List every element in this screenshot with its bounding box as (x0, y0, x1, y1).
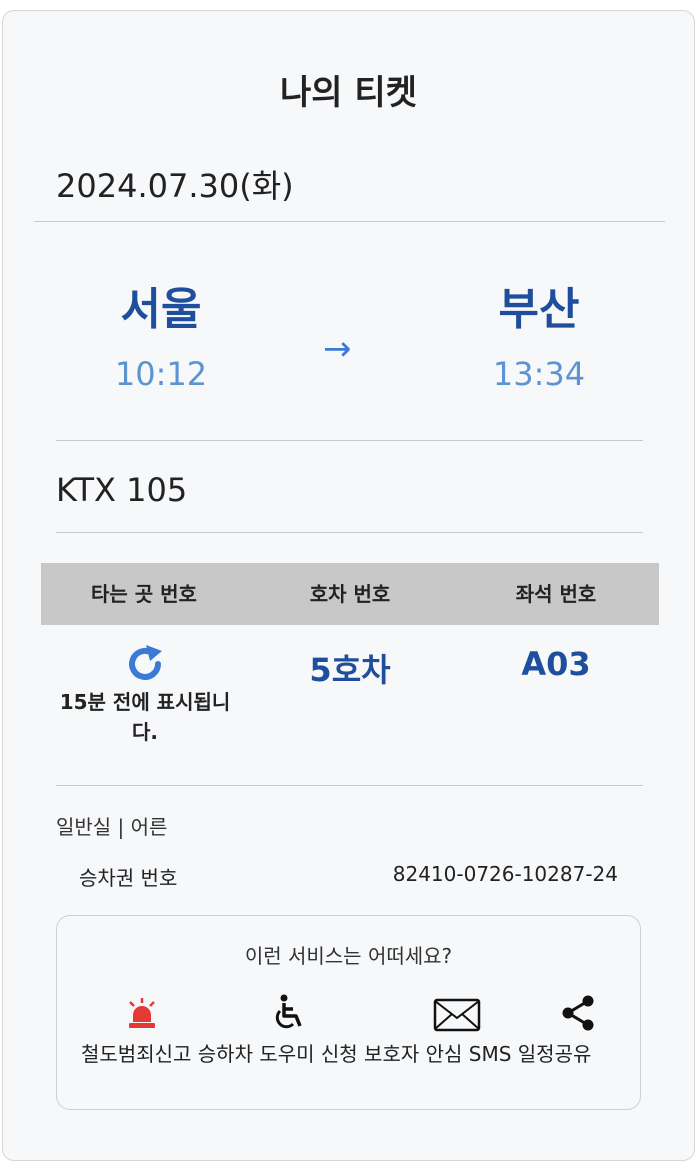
siren-icon[interactable] (125, 996, 159, 1034)
page-title: 나의 티켓 (280, 73, 417, 113)
refresh-icon[interactable] (122, 641, 168, 687)
header-platform: 타는 곳 번호 (91, 582, 197, 606)
envelope-icon[interactable] (433, 998, 481, 1036)
train-number: KTX 105 (56, 471, 188, 509)
car-number: 5호차 (309, 651, 391, 689)
platform-note: 15분 전에 표시됩니다. (59, 690, 231, 744)
departure-station: 서울 (120, 284, 202, 335)
seat-table-header: 타는 곳 번호 호차 번호 좌석 번호 (41, 563, 659, 625)
services-panel: 이런 서비스는 어떠세요? 철도범죄신고 승하차 도우미 신청 보호자 안심 S… (56, 915, 641, 1110)
ticket-number-label: 승차권 번호 (79, 866, 178, 890)
divider (34, 221, 665, 222)
ticket-number: 82410-0726-10287-24 (392, 862, 618, 886)
services-labels: 철도범죄신고 승하차 도우미 신청 보호자 안심 SMS 일정공유 (81, 1038, 621, 1067)
wheelchair-icon[interactable] (271, 994, 307, 1036)
service-label-schedule-share[interactable]: 일정공유 (518, 1042, 592, 1066)
seat-number: A03 (521, 645, 591, 683)
service-label-boarding-helper[interactable]: 승하차 도우미 신청 (198, 1042, 358, 1066)
share-icon[interactable] (560, 994, 596, 1036)
header-seat: 좌석 번호 (515, 582, 597, 606)
divider (56, 532, 643, 533)
services-title: 이런 서비스는 어떠세요? (244, 944, 453, 968)
direction-arrow-icon: → (323, 329, 352, 369)
travel-date: 2024.07.30(화) (56, 167, 294, 205)
service-label-crime-report[interactable]: 철도범죄신고 (81, 1042, 191, 1066)
class-info: 일반실 | 어른 (56, 815, 168, 839)
departure-time: 10:12 (114, 355, 208, 393)
arrival-station: 부산 (498, 284, 580, 335)
divider (56, 440, 643, 441)
service-label-guardian-sms[interactable]: 보호자 안심 SMS (364, 1042, 511, 1066)
divider (56, 785, 643, 786)
arrival-time: 13:34 (492, 355, 586, 393)
ticket-card: 나의 티켓 2024.07.30(화) 서울 10:12 → 부산 13:34 … (2, 10, 695, 1161)
header-car: 호차 번호 (309, 582, 391, 606)
